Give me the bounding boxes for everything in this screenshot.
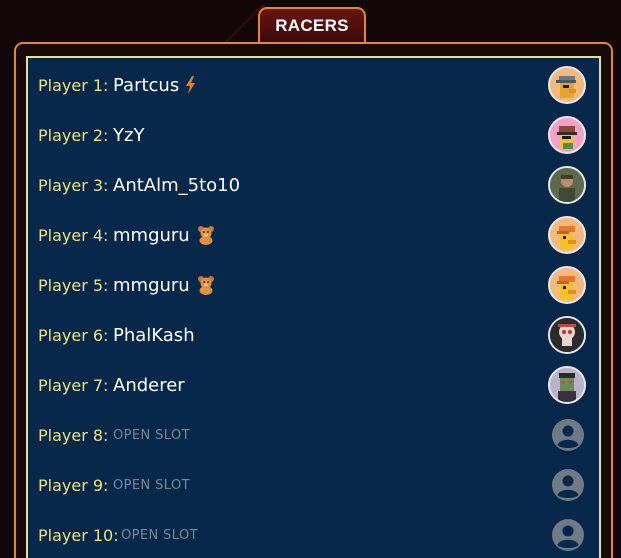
player-slot-label: Player 1: (38, 75, 109, 95)
skull-avatar[interactable] (548, 316, 586, 354)
player-name[interactable]: mmguru (113, 225, 216, 246)
player-row-1: Player 1: Partcus (28, 60, 599, 110)
duck-orange-hat-avatar[interactable] (548, 216, 586, 254)
player-name-text: AntAlm_5to10 (113, 174, 241, 196)
lightning-icon (186, 76, 196, 94)
player-name-text: Anderer (113, 374, 185, 396)
player-name-text: mmguru (113, 224, 190, 246)
player-row-3: Player 3: AntAlm_5to10 (28, 160, 599, 210)
empty-user-icon[interactable] (552, 519, 584, 551)
player-slot-label: Player 5: (38, 275, 109, 295)
player-slot-label: Player 7: (38, 375, 109, 395)
racers-screen: RACERS Player 1: Partcus Player 2: YzY P… (0, 0, 621, 558)
player-name[interactable]: Partcus (113, 75, 196, 96)
teddy-bear-icon (197, 226, 214, 245)
player-name[interactable]: AntAlm_5to10 (113, 175, 240, 196)
player-slot-label: Player 3: (38, 175, 109, 195)
duck-cap-avatar[interactable] (548, 66, 586, 104)
player-name-text: YzY (113, 124, 145, 146)
player-row-4: Player 4: mmguru (28, 210, 599, 260)
player-row-8: Player 8: OPEN SLOT (28, 410, 599, 460)
player-name[interactable]: YzY (113, 125, 144, 146)
zombie-avatar[interactable] (548, 366, 586, 404)
empty-user-icon[interactable] (552, 469, 584, 501)
player-name[interactable]: mmguru (113, 275, 216, 296)
player-slot-label: Player 4: (38, 225, 109, 245)
player-name-text: Partcus (113, 74, 180, 96)
player-row-5: Player 5: mmguru (28, 260, 599, 310)
racers-tab-label: RACERS (275, 15, 349, 35)
player-slot-label: Player 2: (38, 125, 109, 145)
player-slot-label: Player 10: (38, 525, 119, 545)
player-name-text: PhalKash (113, 324, 195, 346)
player-slot-label: Player 6: (38, 325, 109, 345)
teddy-bear-icon (197, 276, 214, 295)
empty-user-icon[interactable] (552, 419, 584, 451)
racers-list: Player 1: Partcus Player 2: YzY Player 3… (26, 56, 601, 558)
player-row-7: Player 7: Anderer (28, 360, 599, 410)
person-photo-avatar[interactable] (548, 166, 586, 204)
duck-orange-hat-avatar[interactable] (548, 266, 586, 304)
player-row-9: Player 9: OPEN SLOT (28, 460, 599, 510)
duck-hat-avatar[interactable] (548, 116, 586, 154)
player-row-2: Player 2: YzY (28, 110, 599, 160)
open-slot-label: OPEN SLOT (113, 427, 190, 443)
player-row-10: Player 10: OPEN SLOT (28, 510, 599, 558)
player-slot-label: Player 8: (38, 425, 109, 445)
player-row-6: Player 6: PhalKash (28, 310, 599, 360)
player-name-text: mmguru (113, 274, 190, 296)
open-slot-label: OPEN SLOT (121, 527, 198, 543)
player-name[interactable]: Anderer (113, 375, 185, 396)
open-slot-label: OPEN SLOT (113, 477, 190, 493)
player-slot-label: Player 9: (38, 475, 109, 495)
player-name[interactable]: PhalKash (113, 325, 195, 346)
racers-tab: RACERS (258, 7, 366, 42)
